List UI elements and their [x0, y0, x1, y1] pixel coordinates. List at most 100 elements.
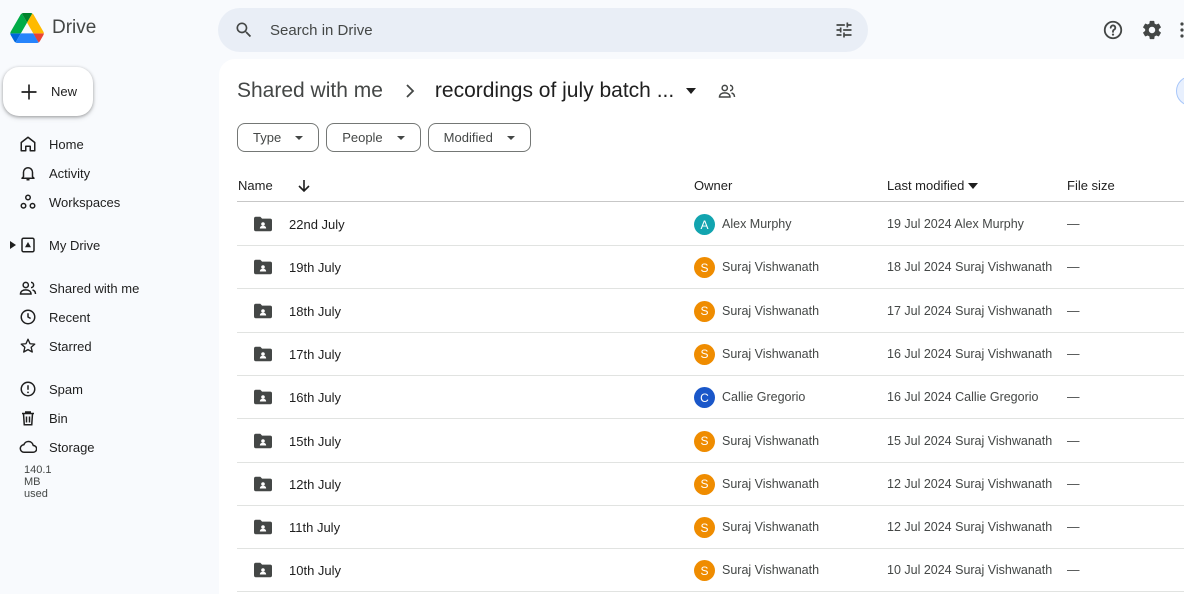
column-header-file-size[interactable]: File size [1067, 178, 1115, 193]
shared-folder-icon [254, 216, 272, 232]
sidebar-item-activity[interactable]: Activity [0, 159, 205, 187]
search-icon[interactable] [234, 20, 254, 40]
column-label: Last modified [887, 178, 965, 193]
owner-name: Callie Gregorio [722, 390, 806, 405]
sort-arrow-down-icon[interactable] [297, 179, 311, 193]
sidebar-item-label: My Drive [49, 237, 101, 253]
file-size: — [1067, 433, 1080, 448]
sidebar-item-starred[interactable]: Starred [0, 332, 205, 360]
table-row[interactable]: 16th July C Callie Gregorio 16 Jul 2024 Cal… [237, 376, 1184, 420]
sidebar-item-label: Workspaces [49, 194, 121, 210]
table-row[interactable]: 12th July S Suraj Vishwanath 12 Jul 2024 Su… [237, 463, 1184, 506]
last-modified: 12 Jul 2024 Suraj Vishwanath [887, 476, 1053, 491]
plus-icon [21, 84, 37, 99]
drive-logo-icon [10, 13, 44, 43]
sidebar-item-storage[interactable]: Storage [0, 433, 205, 461]
trash-icon [22, 411, 34, 426]
search-bar[interactable] [218, 8, 868, 52]
last-modified: 15 Jul 2024 Suraj Vishwanath [887, 433, 1053, 448]
sidebar-item-recent[interactable]: Recent [0, 303, 205, 331]
table-row[interactable]: 15th July S Suraj Vishwanath 15 Jul 2024 Su… [237, 420, 1184, 463]
owner-avatar: S [694, 473, 715, 495]
home-icon [20, 136, 36, 152]
last-modified: 19 Jul 2024 Alex Murphy [887, 217, 1024, 231]
file-size: — [1067, 260, 1080, 275]
column-header-last-modified[interactable]: Last modified [887, 178, 979, 193]
table-row[interactable]: 10th July S Suraj Vishwanath 10 Jul 2024 Su… [237, 549, 1184, 593]
view-toggle-button[interactable] [1176, 76, 1184, 106]
help-icon[interactable] [1102, 19, 1124, 41]
new-button-label: New [51, 84, 78, 99]
table-row[interactable]: 22nd July A Alex Murphy 19 Jul 2024 Alex Mu… [237, 203, 1184, 246]
sidebar-item-label: Starred [49, 338, 92, 354]
sidebar-item-bin[interactable]: Bin [0, 404, 205, 432]
breadcrumb-current-folder[interactable]: recordings of july batch ... [435, 79, 674, 103]
file-size: — [1067, 520, 1080, 535]
cloud-icon [19, 440, 37, 453]
sort-caret-down-icon [968, 182, 979, 189]
file-size: — [1067, 303, 1080, 318]
sidebar-item-label: Activity [49, 165, 91, 181]
filter-bar: Type People Modified [237, 123, 538, 152]
file-name[interactable]: 10th July [289, 563, 341, 578]
caret-down-icon [506, 135, 515, 140]
file-name[interactable]: 11th July [289, 520, 340, 535]
column-header-name[interactable]: Name [238, 178, 311, 193]
owner-name: Suraj Vishwanath [722, 476, 820, 491]
file-name[interactable]: 16th July [289, 390, 341, 405]
workspaces-icon [20, 194, 36, 209]
settings-icon[interactable] [1141, 19, 1163, 41]
table-row[interactable]: 19th July S Suraj Vishwanath 18 Jul 2024 Su… [237, 246, 1184, 290]
file-size: — [1067, 390, 1080, 405]
sidebar-item-workspaces[interactable]: Workspaces [0, 188, 205, 216]
drive-logo[interactable]: Drive [10, 13, 96, 43]
owner-avatar: S [694, 430, 715, 452]
last-modified: 17 Jul 2024 Suraj Vishwanath [887, 303, 1053, 318]
search-options-icon[interactable] [834, 20, 854, 40]
bell-icon [21, 167, 35, 181]
file-name[interactable]: 17th July [289, 347, 341, 362]
my-drive-icon [21, 237, 35, 253]
sidebar-item-shared-with-me[interactable]: Shared with me [0, 274, 205, 302]
shared-folder-icon [254, 563, 272, 578]
owner-name: Suraj Vishwanath [722, 563, 820, 578]
last-modified: 10 Jul 2024 Suraj Vishwanath [887, 563, 1053, 578]
sidebar-item-home[interactable]: Home [0, 130, 205, 158]
spam-icon [20, 381, 36, 397]
chip-label: Type [253, 130, 282, 145]
sidebar-item-my-drive[interactable]: My Drive [0, 231, 205, 259]
file-name[interactable]: 12th July [289, 477, 341, 492]
shared-folder-icon [254, 346, 272, 362]
table-row[interactable]: 17th July S Suraj Vishwanath 16 Jul 2024 Su… [237, 333, 1184, 376]
chevron-right-icon [406, 84, 415, 98]
expand-arrow-icon[interactable] [10, 241, 16, 249]
table-row[interactable]: 11th July S Suraj Vishwanath 12 Jul 2024 Su… [237, 506, 1184, 550]
column-header-owner[interactable]: Owner [694, 178, 732, 193]
caret-down-icon[interactable] [686, 88, 697, 94]
app-name: Drive [52, 17, 97, 38]
shared-folder-people-icon[interactable] [718, 82, 736, 100]
last-modified: 18 Jul 2024 Suraj Vishwanath [887, 260, 1053, 275]
column-label: Owner [694, 178, 733, 193]
file-name[interactable]: 22nd July [289, 217, 345, 232]
clock-icon [20, 309, 36, 325]
file-name[interactable]: 18th July [289, 304, 341, 319]
sidebar-item-label: Bin [49, 410, 68, 426]
filter-modified-chip[interactable]: Modified [427, 123, 531, 152]
caret-down-icon [295, 135, 304, 140]
sidebar-item-label: Home [49, 136, 84, 152]
file-name[interactable]: 19th July [289, 260, 341, 275]
sidebar-item-label: Shared with me [49, 280, 140, 296]
new-button[interactable]: New [3, 67, 93, 116]
search-input[interactable] [270, 21, 810, 39]
filter-people-chip[interactable]: People [326, 123, 421, 152]
owner-name: Suraj Vishwanath [722, 303, 820, 318]
filter-type-chip[interactable]: Type [237, 123, 320, 152]
shared-folder-icon [254, 260, 272, 275]
apps-icon[interactable] [1180, 22, 1184, 38]
breadcrumb-parent[interactable]: Shared with me [237, 79, 383, 103]
sidebar-item-spam[interactable]: Spam [0, 375, 205, 403]
owner-avatar: S [694, 560, 715, 582]
table-row[interactable]: 18th July S Suraj Vishwanath 17 Jul 2024 Su… [237, 290, 1184, 333]
file-name[interactable]: 15th July [289, 434, 341, 449]
